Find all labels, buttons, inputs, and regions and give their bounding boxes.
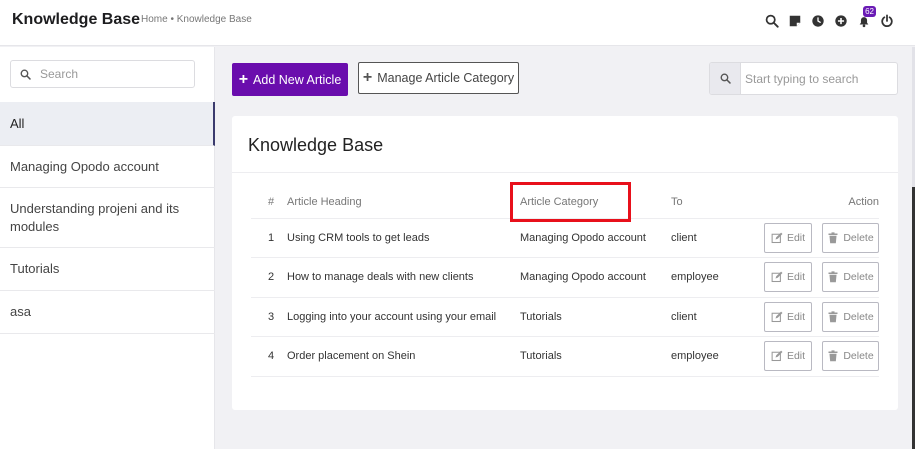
column-header-to[interactable]: To [671, 186, 747, 219]
article-category: Tutorials [520, 297, 671, 337]
edit-button[interactable]: Edit [764, 341, 812, 372]
trash-icon [828, 311, 838, 322]
row-actions: Edit Delete [747, 257, 879, 298]
article-search[interactable] [709, 62, 898, 95]
table-row: 1 Using CRM tools to get leads Managing … [251, 218, 879, 258]
edit-button[interactable]: Edit [764, 262, 812, 293]
row-number: 4 [251, 336, 279, 377]
article-category: Managing Opodo account [520, 257, 671, 298]
sticky-note-icon[interactable] [783, 11, 806, 31]
edit-icon [771, 232, 783, 243]
column-header-category[interactable]: Article Category [520, 186, 671, 219]
article-category: Tutorials [520, 336, 671, 377]
sidebar-item-managing-opodo-account[interactable]: Managing Opodo account [0, 146, 215, 188]
trash-icon [828, 350, 838, 362]
plus-icon: + [238, 70, 249, 88]
breadcrumb: Home • Knowledge Base [141, 14, 252, 25]
add-new-article-button[interactable]: + Add New Article [232, 63, 348, 96]
edit-label: Edit [786, 350, 806, 363]
sidebar-item-label: asa [10, 304, 31, 319]
article-heading[interactable]: Logging into your account using your ema… [279, 297, 520, 337]
article-category: Managing Opodo account [520, 218, 671, 258]
sidebar-item-tutorials[interactable]: Tutorials [0, 248, 215, 291]
row-number: 3 [251, 297, 279, 337]
manage-article-category-label: Manage Article Category [377, 71, 515, 85]
edit-label: Edit [786, 271, 806, 284]
delete-button[interactable]: Delete [822, 341, 879, 372]
edit-icon [771, 271, 783, 283]
bell-icon[interactable]: 62 [852, 6, 876, 31]
sidebar-item-understanding-projeni[interactable]: Understanding projeni and its modules [0, 188, 215, 248]
top-icons: 62 [760, 6, 898, 31]
article-to: employee [671, 336, 747, 377]
article-to: client [671, 218, 747, 258]
trash-icon [828, 232, 838, 243]
sidebar: All Managing Opodo account Understanding… [0, 47, 215, 449]
table-row: 4 Order placement on Shein Tutorials emp… [251, 336, 879, 377]
delete-button[interactable]: Delete [822, 262, 879, 293]
delete-label: Delete [843, 350, 874, 363]
edit-label: Edit [786, 231, 806, 244]
row-actions: Edit Delete [747, 297, 879, 337]
edit-icon [771, 311, 783, 322]
knowledge-base-card: Knowledge Base # Article Heading Article… [232, 116, 898, 410]
row-actions: Edit Delete [747, 336, 879, 377]
plus-icon: + [362, 69, 373, 86]
search-icon [20, 69, 31, 80]
card-divider [232, 172, 898, 173]
article-search-input[interactable] [741, 63, 891, 94]
sidebar-search-input[interactable] [40, 67, 180, 81]
column-header-num: # [251, 186, 279, 219]
edit-label: Edit [786, 310, 806, 323]
search-icon [710, 63, 741, 94]
manage-article-category-button[interactable]: + Manage Article Category [358, 62, 519, 94]
column-header-action: Action [747, 186, 879, 219]
card-title: Knowledge Base [248, 135, 384, 155]
column-header-heading[interactable]: Article Heading [279, 186, 520, 219]
sidebar-item-label: All [10, 115, 25, 131]
row-actions: Edit Delete [747, 218, 879, 258]
sidebar-search[interactable] [10, 60, 195, 88]
article-heading[interactable]: Using CRM tools to get leads [279, 218, 520, 258]
row-number: 2 [251, 257, 279, 298]
delete-button[interactable]: Delete [822, 301, 879, 332]
edit-button[interactable]: Edit [764, 222, 812, 253]
category-list: All Managing Opodo account Understanding… [0, 102, 215, 334]
delete-button[interactable]: Delete [822, 222, 879, 253]
clock-icon[interactable] [806, 11, 829, 31]
delete-label: Delete [843, 231, 874, 244]
top-bar: Knowledge Base Home • Knowledge Base 62 [0, 0, 915, 46]
table-header-row: # Article Heading Article Category To Ac… [251, 186, 879, 219]
edit-icon [771, 350, 783, 362]
article-heading[interactable]: How to manage deals with new clients [279, 257, 520, 298]
delete-label: Delete [843, 310, 874, 323]
article-heading[interactable]: Order placement on Shein [279, 336, 520, 377]
table-row: 3 Logging into your account using your e… [251, 297, 879, 337]
sidebar-item-label: Managing Opodo account [10, 158, 159, 174]
add-new-article-label: Add New Article [253, 72, 342, 87]
sidebar-item-all[interactable]: All [0, 102, 215, 146]
row-number: 1 [251, 218, 279, 258]
table-row: 2 How to manage deals with new clients M… [251, 257, 879, 298]
edit-button[interactable]: Edit [764, 301, 812, 332]
power-icon[interactable] [875, 11, 898, 31]
sidebar-item-label: Tutorials [10, 261, 60, 276]
article-to: client [671, 297, 747, 337]
trash-icon [828, 271, 838, 283]
plus-circle-icon[interactable] [829, 11, 852, 31]
sidebar-item-asa[interactable]: asa [0, 291, 215, 334]
article-to: employee [671, 257, 747, 298]
page-title: Knowledge Base [12, 11, 141, 28]
delete-label: Delete [843, 271, 874, 284]
search-icon[interactable] [760, 11, 783, 31]
articles-table: # Article Heading Article Category To Ac… [251, 186, 879, 377]
sidebar-item-label: Understanding projeni and its modules [10, 200, 180, 234]
